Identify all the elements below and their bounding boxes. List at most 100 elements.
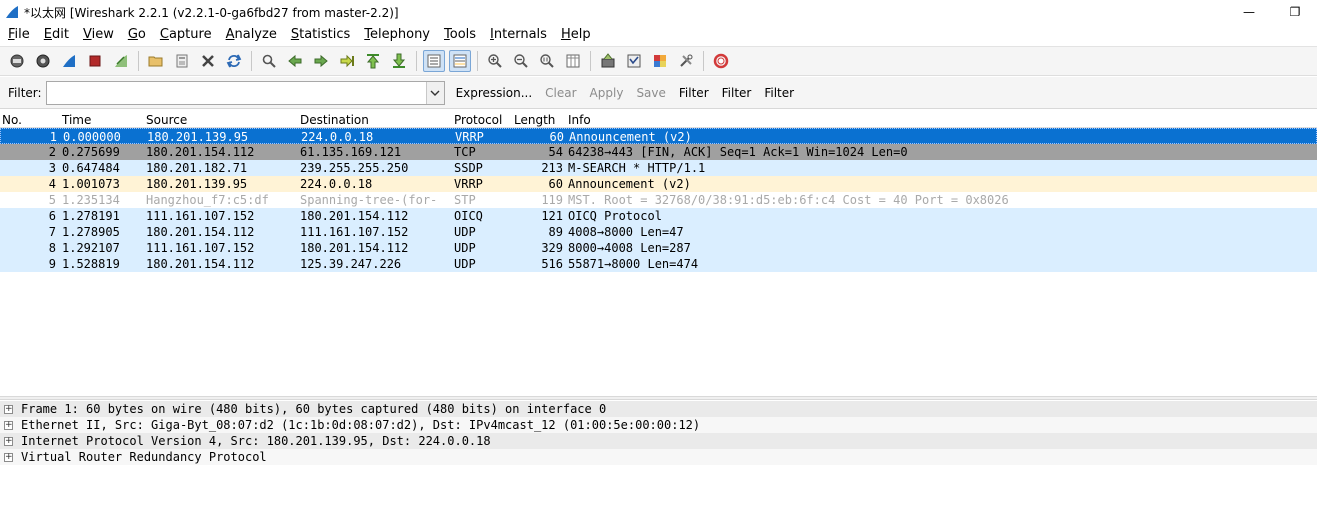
cell-time: 0.275699 <box>62 145 120 159</box>
expand-icon[interactable]: + <box>4 437 13 446</box>
restore-button[interactable]: ❐ <box>1272 0 1317 24</box>
save-button[interactable]: Save <box>634 86 667 100</box>
detail-row-ipv4[interactable]: + Internet Protocol Version 4, Src: 180.… <box>0 433 1317 449</box>
menu-internals[interactable]: Internals <box>482 24 553 46</box>
preferences-icon <box>680 54 693 67</box>
menu-telephony[interactable]: Telephony <box>356 24 436 46</box>
cell-length: 329 <box>541 241 563 255</box>
expand-icon[interactable]: + <box>4 453 13 462</box>
menu-view[interactable]: View <box>75 24 120 46</box>
go-to-packet-button[interactable] <box>336 50 358 72</box>
interfaces-button[interactable] <box>6 50 28 72</box>
cell-destination: Spanning-tree-(for- <box>300 193 438 207</box>
zoom-normal-button[interactable] <box>536 50 558 72</box>
filter-input[interactable] <box>46 81 426 104</box>
toolbar-separator <box>477 51 478 71</box>
save-file-icon <box>176 54 188 68</box>
packet-list[interactable]: No. Time Source Destination Protocol Len… <box>0 110 1317 396</box>
column-header-info[interactable]: Info <box>568 113 591 127</box>
menu-go[interactable]: Go <box>120 24 152 46</box>
detail-row-frame[interactable]: + Frame 1: 60 bytes on wire (480 bits), … <box>0 401 1317 417</box>
save-file-button[interactable] <box>171 50 193 72</box>
last-packet-button[interactable] <box>388 50 410 72</box>
menu-capture[interactable]: Capture <box>152 24 218 46</box>
last-packet-icon <box>392 53 406 68</box>
display-filters-icon <box>627 54 641 68</box>
table-row[interactable]: 6 1.278191 111.161.107.152 180.201.154.1… <box>0 208 1317 224</box>
table-row[interactable]: 4 1.001073 180.201.139.95 224.0.0.18 VRR… <box>0 176 1317 192</box>
open-file-button[interactable] <box>145 50 167 72</box>
column-header-length[interactable]: Length <box>514 113 555 127</box>
menu-help[interactable]: Help <box>553 24 597 46</box>
detail-text: Internet Protocol Version 4, Src: 180.20… <box>21 434 491 448</box>
expand-icon[interactable]: + <box>4 421 13 430</box>
first-packet-button[interactable] <box>362 50 384 72</box>
cell-length: 119 <box>541 193 563 207</box>
capture-filters-button[interactable] <box>597 50 619 72</box>
table-row[interactable]: 7 1.278905 180.201.154.112 111.161.107.1… <box>0 224 1317 240</box>
menu-tools[interactable]: Tools <box>436 24 482 46</box>
start-capture-button[interactable] <box>58 50 80 72</box>
column-header-no[interactable]: No. <box>2 113 22 127</box>
detail-text: Ethernet II, Src: Giga-Byt_08:07:d2 (1c:… <box>21 418 701 432</box>
filter-button-3[interactable]: Filter <box>762 86 796 100</box>
close-file-button[interactable] <box>197 50 219 72</box>
clear-button[interactable]: Clear <box>543 86 578 100</box>
filter-combobox[interactable] <box>45 80 445 105</box>
cell-no: 2 <box>48 145 56 159</box>
reload-button[interactable] <box>223 50 245 72</box>
column-header-protocol[interactable]: Protocol <box>454 113 502 127</box>
table-row[interactable]: 8 1.292107 111.161.107.152 180.201.154.1… <box>0 240 1317 256</box>
wireshark-fin-icon <box>6 6 18 18</box>
colorize-button[interactable] <box>449 50 471 72</box>
detail-text: Virtual Router Redundancy Protocol <box>21 450 267 464</box>
filter-dropdown-button[interactable] <box>425 81 444 104</box>
menu-file[interactable]: File <box>0 24 36 46</box>
chevron-down-icon <box>430 90 440 96</box>
table-row[interactable]: 1 0.000000 180.201.139.95 224.0.0.18 VRR… <box>0 128 1317 144</box>
filter-button-2[interactable]: Filter <box>720 86 754 100</box>
expression-button[interactable]: Expression... <box>454 86 535 100</box>
zoom-out-button[interactable] <box>510 50 532 72</box>
menu-analyze[interactable]: Analyze <box>218 24 283 46</box>
table-row[interactable]: 2 0.275699 180.201.154.112 61.135.169.12… <box>0 144 1317 160</box>
column-header-source[interactable]: Source <box>146 113 187 127</box>
cell-protocol: OICQ <box>454 209 483 223</box>
packet-details[interactable]: + Frame 1: 60 bytes on wire (480 bits), … <box>0 400 1317 530</box>
go-back-button[interactable] <box>284 50 306 72</box>
go-forward-button[interactable] <box>310 50 332 72</box>
zoom-in-button[interactable] <box>484 50 506 72</box>
title-bar: *以太网 [Wireshark 2.2.1 (v2.2.1-0-ga6fbd27… <box>0 0 1317 24</box>
find-packet-icon <box>262 54 276 68</box>
table-row[interactable]: 9 1.528819 180.201.154.112 125.39.247.22… <box>0 256 1317 272</box>
preferences-button[interactable] <box>675 50 697 72</box>
autoscroll-button[interactable] <box>423 50 445 72</box>
display-filters-button[interactable] <box>623 50 645 72</box>
cell-no: 9 <box>48 257 56 271</box>
detail-row-vrrp[interactable]: + Virtual Router Redundancy Protocol <box>0 449 1317 465</box>
main-toolbar <box>0 46 1317 76</box>
detail-row-ethernet[interactable]: + Ethernet II, Src: Giga-Byt_08:07:d2 (1… <box>0 417 1317 433</box>
minimize-button[interactable]: — <box>1226 0 1272 24</box>
stop-capture-button[interactable] <box>84 50 106 72</box>
help-button[interactable] <box>710 50 732 72</box>
coloring-rules-button[interactable] <box>649 50 671 72</box>
coloring-rules-icon <box>654 55 666 67</box>
cell-time: 1.235134 <box>62 193 120 207</box>
table-row[interactable]: 3 0.647484 180.201.182.71 239.255.255.25… <box>0 160 1317 176</box>
column-header-time[interactable]: Time <box>62 113 91 127</box>
filter-button-1[interactable]: Filter <box>677 86 711 100</box>
column-header-destination[interactable]: Destination <box>300 113 369 127</box>
go-to-packet-icon <box>340 54 354 68</box>
find-packet-button[interactable] <box>258 50 280 72</box>
resize-columns-button[interactable] <box>562 50 584 72</box>
menu-edit[interactable]: Edit <box>36 24 75 46</box>
cell-info: 64238→443 [FIN, ACK] Seq=1 Ack=1 Win=102… <box>568 145 908 159</box>
table-row[interactable]: 5 1.235134 Hangzhou_f7:c5:df Spanning-tr… <box>0 192 1317 208</box>
options-button[interactable] <box>32 50 54 72</box>
cell-source: 111.161.107.152 <box>146 209 255 223</box>
apply-button[interactable]: Apply <box>588 86 626 100</box>
menu-statistics[interactable]: Statistics <box>283 24 356 46</box>
restart-capture-button[interactable] <box>110 50 132 72</box>
expand-icon[interactable]: + <box>4 405 13 414</box>
